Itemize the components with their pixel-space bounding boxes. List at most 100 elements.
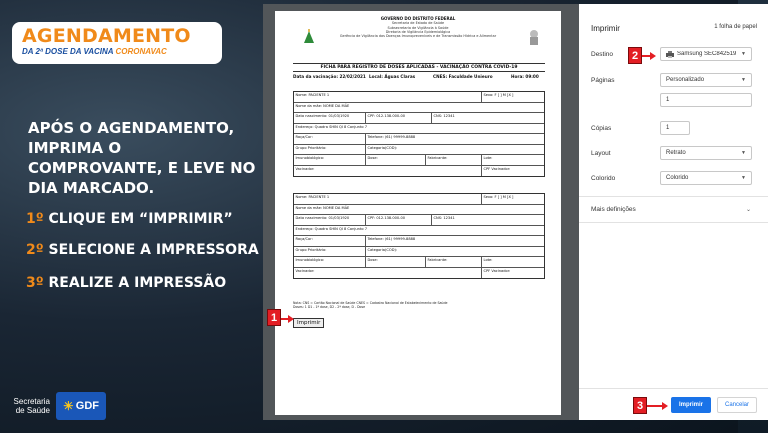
- form-cell: Vacinador:: [294, 165, 482, 176]
- form-cell: Nome da mãe: NOME DA MÃE: [295, 103, 350, 108]
- form-cell: Dose:: [366, 257, 426, 267]
- layout-select[interactable]: Retrato ▼: [660, 146, 752, 160]
- step-3: 3º REALIZE A IMPRESSÃO: [26, 275, 226, 291]
- print-settings-panel: Imprimir 1 folha de papel Destino Samsun…: [579, 4, 768, 420]
- color-label: Colorido: [591, 175, 616, 182]
- form-cell: Fabricante:: [426, 257, 482, 267]
- chevron-down-icon: ▼: [741, 150, 746, 156]
- form-cell: CNS: 12341: [433, 216, 455, 220]
- form-cell: Telefone: (61) 99999-8888: [367, 135, 416, 139]
- sun-icon: ☀: [63, 399, 74, 413]
- patient-form-2: Nome: PACIENTE 1 Sexo: F [ ] M [X ] Nome …: [293, 193, 545, 279]
- step-1: 1º CLIQUE EM “IMPRIMIR”: [26, 211, 233, 227]
- form-cell: Dose:: [366, 155, 426, 165]
- form-cell: Fabricante:: [426, 155, 482, 165]
- destination-value: Samsung SEC842519: [677, 51, 737, 57]
- campaign-logo: AGENDAMENTO DA 2ª DOSE DA VACINA CORONAV…: [12, 22, 222, 64]
- form-cell: Sexo: F [ ] M [X ]: [483, 195, 514, 199]
- print-panel-title: Imprimir: [591, 24, 620, 33]
- printer-icon: [666, 50, 674, 58]
- logo-title: AGENDAMENTO: [22, 25, 191, 47]
- step-marker-2: 2: [628, 47, 642, 64]
- form-cell: Raça/Cor:: [294, 134, 366, 144]
- color-value: Colorido: [666, 175, 689, 181]
- form-cell: CPF: 012.138.000-00: [366, 113, 432, 123]
- pages-label: Páginas: [591, 77, 615, 84]
- document-header: GOVERNO DO DISTRITO FEDERAL Secretaria d…: [275, 16, 561, 39]
- step-1-number: 1º: [26, 211, 44, 227]
- form-cell: Data nascimento: 01/03/1920: [294, 215, 366, 225]
- step-marker-1: 1: [267, 309, 281, 326]
- copies-label: Cópias: [591, 125, 612, 132]
- document-note: Nota: CNS = Cartão Nacional de Saúde CNE…: [293, 301, 447, 310]
- destination-select[interactable]: Samsung SEC842519 ▼: [660, 47, 752, 61]
- destination-label: Destino: [591, 51, 614, 58]
- form-cell: Endereço: Quadra SHIN QI 8 Conjunto 7: [295, 124, 368, 129]
- vaccination-date: Data da vacinação: 22/02/2021: [293, 74, 366, 79]
- vaccination-cnes: CNES: Faculdade Unieuro: [433, 74, 493, 79]
- form-cell: CPF Vacinador:: [483, 166, 511, 171]
- divider: [579, 196, 768, 197]
- layout-label: Layout: [591, 150, 611, 157]
- form-cell: Lote:: [483, 156, 493, 160]
- marker-arrow-3: [647, 402, 668, 410]
- step-3-number: 3º: [26, 275, 44, 291]
- form-cell: Nome: PACIENTE 1: [294, 194, 482, 204]
- patient-form-1: Nome: PACIENTE 1 Sexo: F [ ] M [X ] Nome …: [293, 91, 545, 177]
- sheet-count: 1 folha de papel: [714, 24, 757, 30]
- step-2-number: 2º: [26, 242, 44, 258]
- form-cell: Vacinador:: [294, 267, 482, 278]
- form-cell: Imunobiológico:: [294, 155, 366, 165]
- form-cell: Raça/Cor:: [294, 236, 366, 246]
- form-cell: Grupo Prioritário:: [294, 144, 366, 154]
- step-2: 2º SELECIONE A IMPRESSORA: [26, 242, 259, 258]
- form-cell: Grupo Prioritário:: [294, 246, 366, 256]
- instructions-headline: APÓS O AGENDAMENTO, IMPRIMA O COMPROVANT…: [28, 119, 256, 197]
- doc-header-line: Gerência de Vigilância das Doenças Imuno…: [339, 34, 497, 39]
- chevron-down-icon: ▼: [741, 175, 746, 181]
- gdf-label: GDF: [75, 400, 99, 412]
- logo-subtitle: DA 2ª DOSE DA VACINA CORONAVAC: [22, 46, 212, 58]
- copies-value: 1: [666, 125, 670, 131]
- print-button[interactable]: Imprimir: [671, 397, 711, 413]
- pages-range-input[interactable]: 1: [660, 93, 752, 107]
- vaccination-location: Local: Águas Claras: [369, 74, 416, 79]
- form-cell: Sexo: F [ ] M [X ]: [483, 93, 514, 97]
- divider: [579, 222, 768, 223]
- vaccination-time: Hora: 09:00: [511, 74, 539, 79]
- chevron-down-icon[interactable]: ⌄: [746, 206, 751, 213]
- logo-subtitle-prefix: DA 2ª DOSE DA VACINA: [22, 47, 116, 56]
- gdf-logo: ☀ GDF: [56, 392, 106, 420]
- pages-range-value: 1: [666, 97, 670, 103]
- step-2-text: SELECIONE A IMPRESSORA: [43, 242, 259, 258]
- form-cell: Endereço: Quadra SHIN QI 8 Conjunto 7: [295, 226, 368, 231]
- chevron-down-icon: ▼: [741, 77, 746, 83]
- marker-arrow-1: [281, 315, 294, 323]
- step-marker-3: 3: [633, 397, 647, 414]
- chevron-down-icon: ▼: [741, 51, 746, 57]
- layout-value: Retrato: [666, 150, 686, 156]
- document-print-button[interactable]: Imprimir: [293, 318, 325, 328]
- form-cell: Categoria(COD):: [367, 247, 398, 252]
- form-cell: Nome: PACIENTE 1: [294, 92, 482, 102]
- form-cell: Nome da mãe: NOME DA MÃE: [295, 205, 350, 210]
- form-cell: Categoria(COD):: [367, 145, 398, 150]
- step-3-text: REALIZE A IMPRESSÃO: [43, 275, 227, 291]
- form-cell: Imunobiológico:: [294, 257, 366, 267]
- footer-logos: Secretaria de Saúde ☀ GDF: [10, 392, 106, 420]
- form-cell: Telefone: (61) 99999-8888: [367, 237, 416, 241]
- pages-select[interactable]: Personalizado ▼: [660, 73, 752, 87]
- form-cell: Lote:: [483, 258, 493, 262]
- marker-arrow-2: [642, 52, 656, 60]
- more-settings-toggle[interactable]: Mais definições: [591, 206, 636, 213]
- form-cell: Data nascimento: 01/03/1920: [294, 113, 366, 123]
- form-cell: CPF Vacinador:: [483, 268, 511, 273]
- copies-input[interactable]: 1: [660, 121, 690, 135]
- secretaria-saude-logo: Secretaria de Saúde: [13, 397, 50, 415]
- form-cell: CNS: 12341: [433, 114, 455, 118]
- print-preview-window: GOVERNO DO DISTRITO FEDERAL Secretaria d…: [263, 4, 768, 420]
- logo-subtitle-brand: CORONAVAC: [115, 47, 167, 56]
- document-page: GOVERNO DO DISTRITO FEDERAL Secretaria d…: [275, 11, 561, 415]
- color-select[interactable]: Colorido ▼: [660, 171, 752, 185]
- cancel-button[interactable]: Cancelar: [717, 397, 757, 413]
